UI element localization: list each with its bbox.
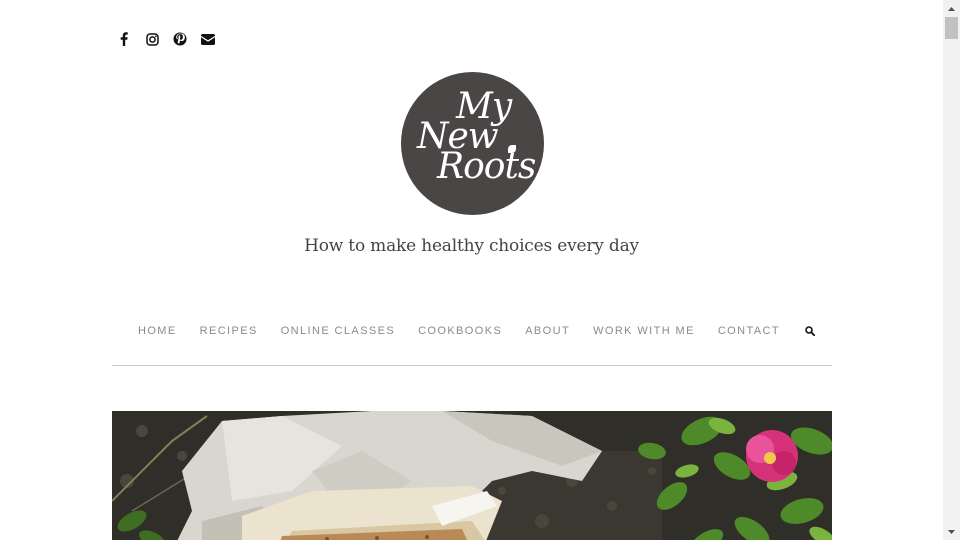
page-scrollbar[interactable] [943,0,960,540]
nav-item-online-classes[interactable]: ONLINE CLASSES [281,325,395,337]
social-links [116,30,216,48]
facebook-icon[interactable] [116,30,132,48]
main-nav: HOME RECIPES ONLINE CLASSES COOKBOOKS AB… [112,321,832,341]
hero-photo-illustration [112,411,832,540]
nav-item-home[interactable]: HOME [138,325,177,337]
instagram-icon[interactable] [144,30,160,48]
nav-item-cookbooks[interactable]: COOKBOOKS [418,325,502,337]
nav-item-contact[interactable]: CONTACT [718,325,780,337]
scroll-down-arrow-icon[interactable] [943,523,960,540]
nav-divider [112,365,832,366]
nav-item-recipes[interactable]: RECIPES [200,325,258,337]
nav-item-work-with-me[interactable]: WORK WITH ME [593,325,695,337]
scroll-thumb[interactable] [945,17,958,39]
envelope-icon[interactable] [200,30,216,48]
site-tagline: How to make healthy choices every day [304,236,639,256]
logo-leaf-icon [508,145,516,153]
nav-item-about[interactable]: ABOUT [525,325,570,337]
scroll-up-arrow-icon[interactable] [943,0,960,17]
page: My New Roots How to make healthy choices… [0,0,943,540]
site-logo[interactable]: My New Roots [401,72,544,215]
hero-photo[interactable] [112,411,832,540]
search-icon[interactable] [803,324,817,338]
pinterest-icon[interactable] [172,30,188,48]
logo-text-line3: Roots [437,146,536,187]
